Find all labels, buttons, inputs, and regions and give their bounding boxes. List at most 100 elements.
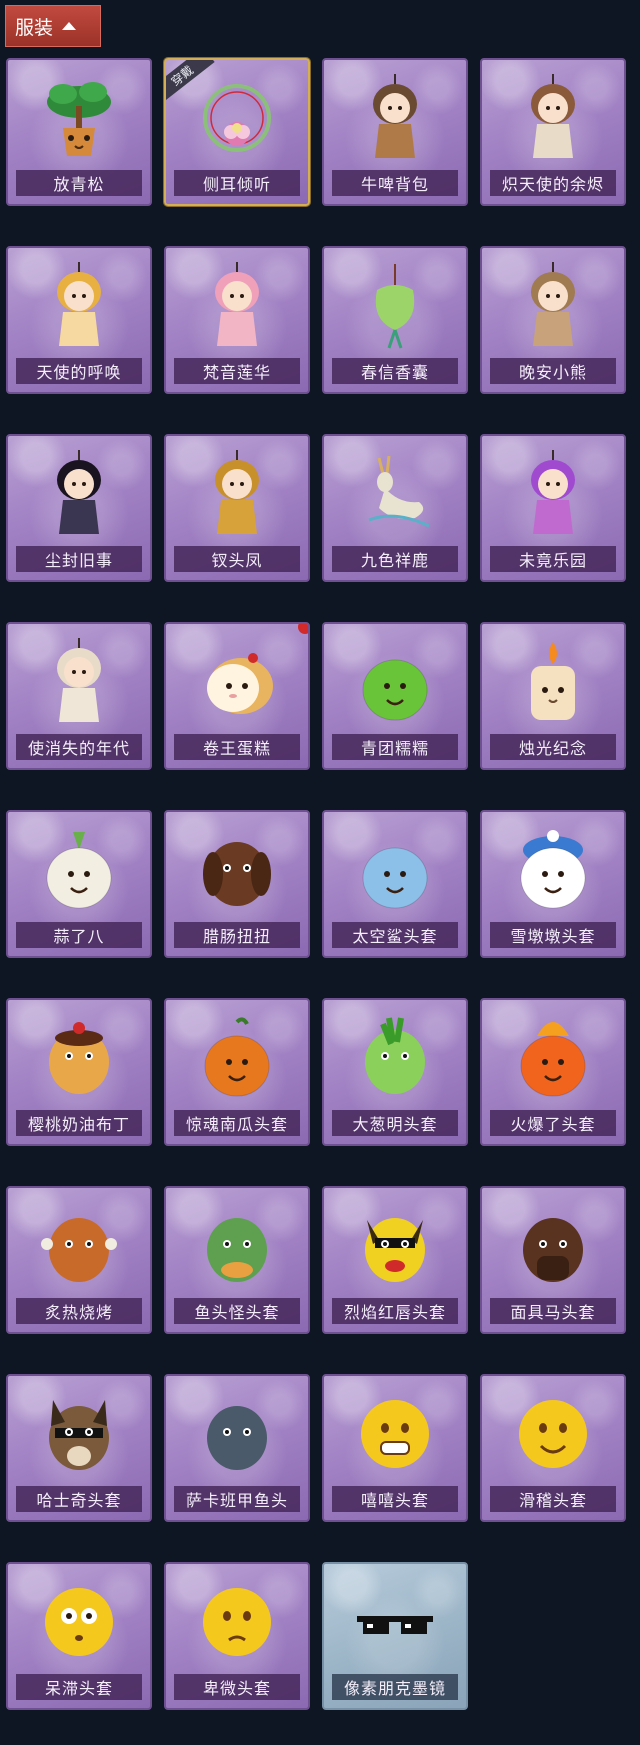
outfit-item-name: 梵音莲华	[174, 358, 300, 384]
bonsai-pine-icon	[33, 72, 125, 164]
shark-head-icon	[349, 824, 441, 916]
outfit-item-card[interactable]: 炙热烧烤	[6, 1186, 152, 1334]
outfit-item-name: 卷王蛋糕	[174, 734, 300, 760]
outfit-item-name: 未竟乐园	[490, 546, 616, 572]
outfit-item-card[interactable]: 青团糯糯	[322, 622, 468, 770]
outfit-item-card[interactable]: 烈焰红唇头套	[322, 1186, 468, 1334]
outfit-item-name: 哈士奇头套	[16, 1486, 142, 1512]
outfit-item-name: 面具马头套	[490, 1298, 616, 1324]
outfit-item-card[interactable]: 太空鲨头套	[322, 810, 468, 958]
pudding-icon	[33, 1012, 125, 1104]
outfit-item-name: 烛光纪念	[490, 734, 616, 760]
outfit-item-name: 炽天使的余烬	[490, 170, 616, 196]
outfit-item-card[interactable]: 呆滞头套	[6, 1562, 152, 1710]
outfit-item-name: 青团糯糯	[332, 734, 458, 760]
outfit-item-name: 牛啤背包	[332, 170, 458, 196]
fish-head-icon	[191, 1200, 283, 1292]
outfit-item-card[interactable]: 大葱明头套	[322, 998, 468, 1146]
outfit-item-card[interactable]: 鱼头怪头套	[164, 1186, 310, 1334]
angel-doll-icon	[507, 72, 599, 164]
outfit-item-name: 腊肠扭扭	[174, 922, 300, 948]
outfit-item-card[interactable]: 炽天使的余烬	[480, 58, 626, 206]
outfit-item-name: 使消失的年代	[16, 734, 142, 760]
outfit-item-name: 烈焰红唇头套	[332, 1298, 458, 1324]
outfit-item-name: 九色祥鹿	[332, 546, 458, 572]
outfit-item-name: 晚安小熊	[490, 358, 616, 384]
husky-head-icon	[33, 1388, 125, 1480]
outfit-item-name: 鱼头怪头套	[174, 1298, 300, 1324]
outfit-item-name: 惊魂南瓜头套	[174, 1110, 300, 1136]
outfit-item-card[interactable]: 晚安小熊	[480, 246, 626, 394]
outfit-item-card[interactable]: 卷王蛋糕	[164, 622, 310, 770]
pixel-sunglasses-icon	[349, 1576, 441, 1668]
outfit-item-name: 呆滞头套	[16, 1674, 142, 1700]
outfit-item-name: 蒜了八	[16, 922, 142, 948]
outfit-item-name: 樱桃奶油布丁	[16, 1110, 142, 1136]
outfit-item-name: 雪墩墩头套	[490, 922, 616, 948]
snowman-head-icon	[507, 824, 599, 916]
roll-cake-icon	[191, 636, 283, 728]
outfit-item-card[interactable]: 春信香囊	[322, 246, 468, 394]
outfit-item-card[interactable]: 烛光纪念	[480, 622, 626, 770]
outfit-item-card[interactable]: 穿戴 侧耳倾听	[164, 58, 310, 206]
outfit-item-name: 天使的呼唤	[16, 358, 142, 384]
outfit-item-card[interactable]: 使消失的年代	[6, 622, 152, 770]
outfit-item-card[interactable]: 卑微头套	[164, 1562, 310, 1710]
outfit-item-card[interactable]: 像素朋克墨镜	[322, 1562, 468, 1710]
outfit-item-card[interactable]: 樱桃奶油布丁	[6, 998, 152, 1146]
teddy-bear-icon	[507, 260, 599, 352]
outfit-item-name: 尘封旧事	[16, 546, 142, 572]
new-item-dot	[298, 624, 308, 634]
bride-doll-icon	[33, 636, 125, 728]
outfit-item-name: 太空鲨头套	[332, 922, 458, 948]
outfit-item-name: 火爆了头套	[490, 1110, 616, 1136]
outfit-item-name: 钗头凤	[174, 546, 300, 572]
scallion-head-icon	[349, 1012, 441, 1104]
outfit-item-card[interactable]: 尘封旧事	[6, 434, 152, 582]
grin-emoji-icon	[349, 1388, 441, 1480]
outfit-item-card[interactable]: 火爆了头套	[480, 998, 626, 1146]
outfit-item-card[interactable]: 蒜了八	[6, 810, 152, 958]
smirk-emoji-icon	[507, 1388, 599, 1480]
outfit-item-card[interactable]: 滑稽头套	[480, 1374, 626, 1522]
outfit-item-name: 炙热烧烤	[16, 1298, 142, 1324]
candle-icon	[507, 636, 599, 728]
outfit-item-name: 春信香囊	[332, 358, 458, 384]
lotus-doll-icon	[191, 260, 283, 352]
meat-bone-icon	[33, 1200, 125, 1292]
horse-head-icon	[507, 1200, 599, 1292]
flower-wreath-icon	[191, 72, 283, 164]
outfit-panel: 服装 放青松 穿戴 侧耳倾听 牛啤背包 炽天使的余烬 天使的呼唤 梵音莲华 春信…	[0, 0, 640, 1745]
outfit-item-card[interactable]: 梵音莲华	[164, 246, 310, 394]
outfit-item-card[interactable]: 九色祥鹿	[322, 434, 468, 582]
dazed-emoji-icon	[33, 1576, 125, 1668]
fire-head-icon	[507, 1012, 599, 1104]
clown-doll-icon	[507, 448, 599, 540]
outfit-item-name: 大葱明头套	[332, 1110, 458, 1136]
outfit-item-card[interactable]: 牛啤背包	[322, 58, 468, 206]
outfit-item-card[interactable]: 雪墩墩头套	[480, 810, 626, 958]
outfit-item-card[interactable]: 腊肠扭扭	[164, 810, 310, 958]
outfit-item-card[interactable]: 面具马头套	[480, 1186, 626, 1334]
outfit-category-tab[interactable]: 服装	[5, 5, 101, 47]
cow-beer-backpack-icon	[349, 72, 441, 164]
sachet-icon	[349, 260, 441, 352]
outfit-item-card[interactable]: 哈士奇头套	[6, 1374, 152, 1522]
outfit-grid: 放青松穿戴 侧耳倾听 牛啤背包 炽天使的余烬 天使的呼唤 梵音莲华 春信香囊	[6, 58, 636, 1710]
outfit-item-card[interactable]: 萨卡班甲鱼头	[164, 1374, 310, 1522]
cherub-icon	[33, 260, 125, 352]
outfit-item-card[interactable]: 钗头凤	[164, 434, 310, 582]
green-mochi-icon	[349, 636, 441, 728]
outfit-item-card[interactable]: 嘻嘻头套	[322, 1374, 468, 1522]
dachshund-icon	[191, 824, 283, 916]
outfit-item-name: 像素朋克墨镜	[332, 1674, 458, 1700]
vampire-doll-icon	[33, 448, 125, 540]
pleading-emoji-icon	[191, 1576, 283, 1668]
outfit-item-name: 滑稽头套	[490, 1486, 616, 1512]
outfit-item-card[interactable]: 未竟乐园	[480, 434, 626, 582]
outfit-item-card[interactable]: 天使的呼唤	[6, 246, 152, 394]
outfit-item-card[interactable]: 惊魂南瓜头套	[164, 998, 310, 1146]
chevron-up-icon[interactable]	[62, 22, 77, 30]
outfit-item-name: 侧耳倾听	[174, 170, 300, 196]
outfit-item-card[interactable]: 放青松	[6, 58, 152, 206]
